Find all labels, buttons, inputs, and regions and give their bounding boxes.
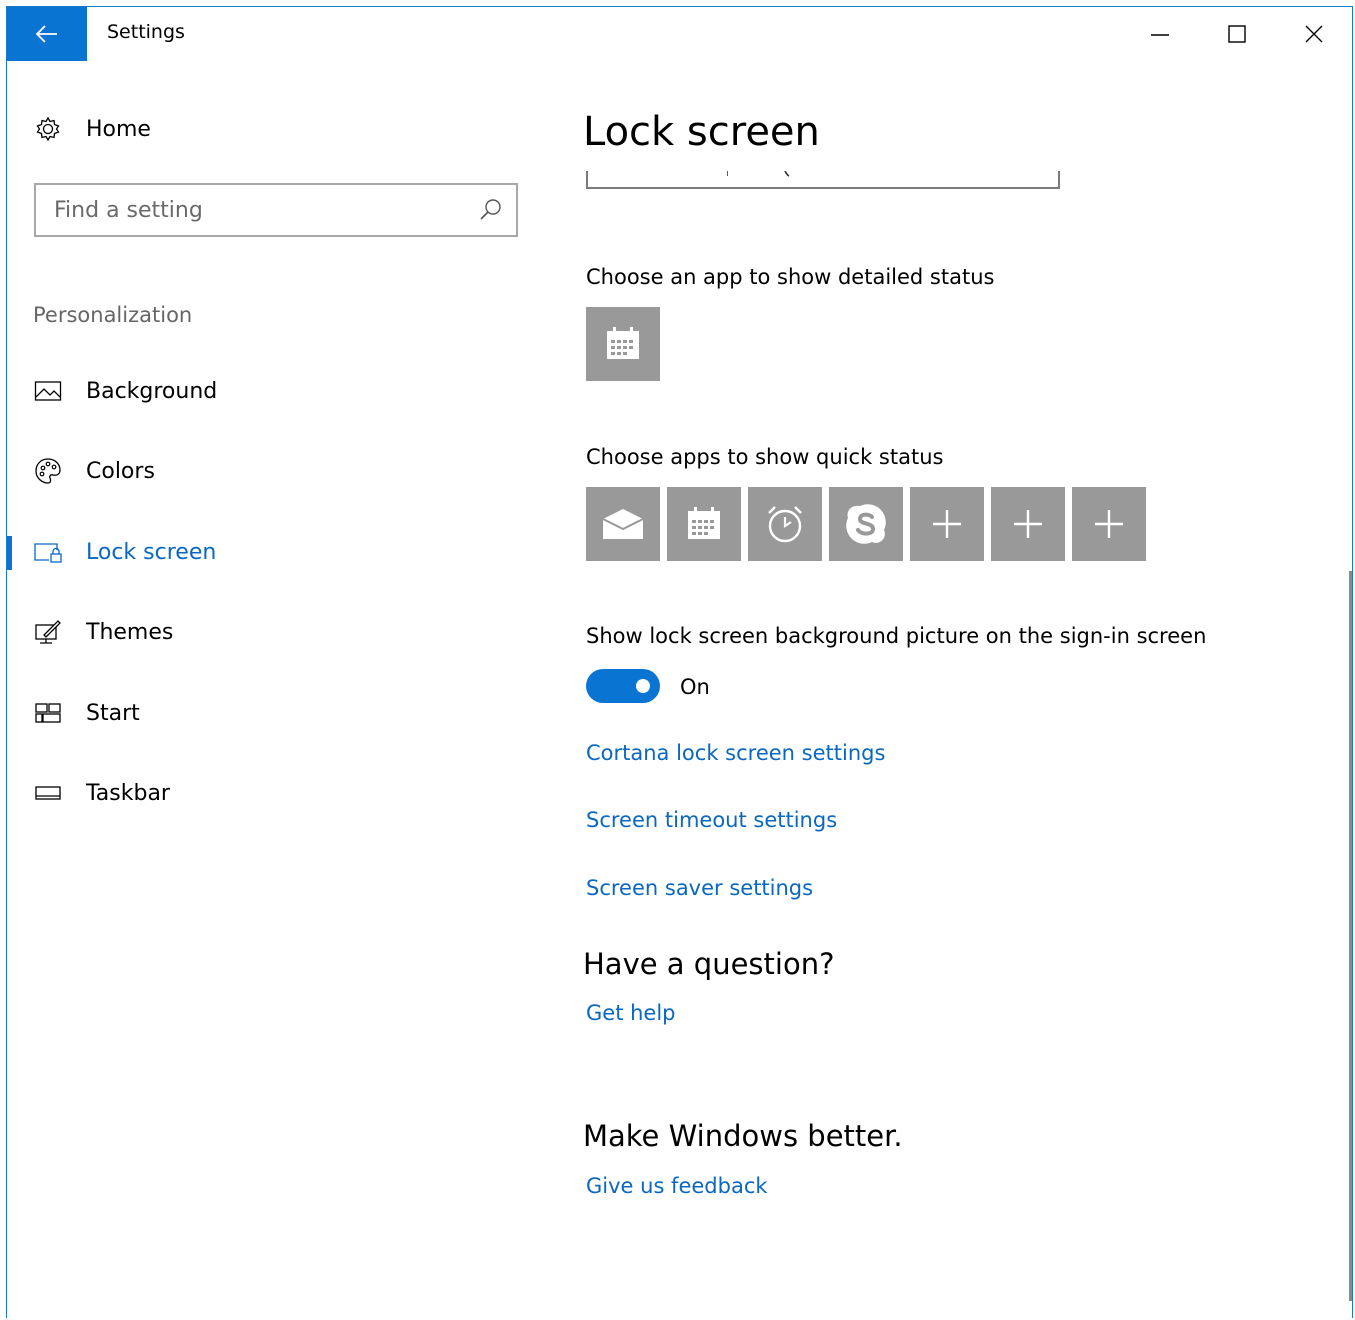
plus-icon <box>1014 510 1042 538</box>
signin-background-toggle[interactable] <box>586 669 660 703</box>
gear-icon <box>33 114 63 144</box>
feedback-heading: Make Windows better. <box>583 1119 903 1153</box>
sidebar-item-background[interactable]: Background <box>7 367 527 415</box>
start-tiles-icon <box>33 698 63 728</box>
detailed-status-label: Choose an app to show detailed status <box>586 265 995 289</box>
toggle-knob <box>636 679 650 693</box>
search-icon <box>480 199 501 220</box>
clipped-text-fragment <box>727 171 790 177</box>
lock-screen-icon <box>33 537 63 567</box>
maximize-icon <box>1227 25 1246 43</box>
sidebar-item-label: Themes <box>86 619 174 645</box>
detailed-status-app-button[interactable] <box>586 307 660 381</box>
maximize-button[interactable] <box>1198 7 1275 61</box>
back-button[interactable] <box>7 7 87 61</box>
scrollbar[interactable] <box>1349 571 1352 1301</box>
sidebar-item-home[interactable]: Home <box>7 105 527 153</box>
quick-status-app-1[interactable] <box>586 487 660 561</box>
cortana-lock-screen-settings-link[interactable]: Cortana lock screen settings <box>586 741 885 765</box>
quick-status-label: Choose apps to show quick status <box>586 445 944 469</box>
close-icon <box>1305 25 1322 43</box>
window-title: Settings <box>107 21 185 43</box>
toggle-state-label: On <box>680 675 710 699</box>
quick-status-app-2[interactable] <box>667 487 741 561</box>
quick-status-app-3[interactable] <box>748 487 822 561</box>
sidebar-item-label: Background <box>86 378 218 404</box>
screen-timeout-settings-link[interactable]: Screen timeout settings <box>586 808 837 832</box>
sidebar-item-lock-screen[interactable]: Lock screen <box>7 528 527 576</box>
signin-background-label: Show lock screen background picture on t… <box>586 624 1207 648</box>
question-heading: Have a question? <box>583 947 835 981</box>
quick-status-app-4[interactable] <box>829 487 903 561</box>
skype-icon <box>846 504 886 544</box>
taskbar-icon <box>33 778 63 808</box>
settings-window: Settings Home Find a setting Personaliza… <box>6 6 1353 1318</box>
sidebar-item-label: Start <box>86 700 140 726</box>
page-title: Lock screen <box>583 109 820 155</box>
calendar-icon <box>688 507 720 539</box>
title-bar: Settings <box>7 7 1352 61</box>
search-box[interactable] <box>34 183 518 237</box>
main-content: Lock screen Choose an app to show detail… <box>567 61 1347 1311</box>
get-help-link[interactable]: Get help <box>586 1001 676 1025</box>
sidebar-item-themes[interactable]: Themes <box>7 608 527 656</box>
sidebar-item-label: Home <box>86 116 151 142</box>
quick-status-add-1[interactable] <box>910 487 984 561</box>
palette-icon <box>33 456 63 486</box>
alarm-clock-icon <box>768 506 802 543</box>
sidebar: Home Personalization Background <box>7 61 567 1311</box>
picture-icon <box>33 376 63 406</box>
sidebar-item-label: Lock screen <box>86 539 217 565</box>
themes-icon <box>33 617 63 647</box>
give-feedback-link[interactable]: Give us feedback <box>586 1174 768 1198</box>
section-title: Personalization <box>33 303 193 327</box>
calendar-icon <box>607 327 639 359</box>
sidebar-item-colors[interactable]: Colors <box>7 447 527 495</box>
search-input[interactable] <box>36 185 474 235</box>
plus-icon <box>1095 510 1123 538</box>
sidebar-item-label: Taskbar <box>86 780 170 806</box>
sidebar-item-taskbar[interactable]: Taskbar <box>7 769 527 817</box>
scrolled-dropdown-edge <box>586 171 1060 189</box>
quick-status-add-2[interactable] <box>991 487 1065 561</box>
minimize-button[interactable] <box>1121 7 1198 61</box>
minimize-icon <box>1150 34 1169 36</box>
mail-icon <box>602 509 644 539</box>
quick-status-add-3[interactable] <box>1072 487 1146 561</box>
back-arrow-icon <box>36 25 57 43</box>
close-button[interactable] <box>1275 7 1352 61</box>
sidebar-item-label: Colors <box>86 458 155 484</box>
active-indicator <box>7 536 12 570</box>
screen-saver-settings-link[interactable]: Screen saver settings <box>586 876 813 900</box>
plus-icon <box>933 510 961 538</box>
sidebar-item-start[interactable]: Start <box>7 689 527 737</box>
